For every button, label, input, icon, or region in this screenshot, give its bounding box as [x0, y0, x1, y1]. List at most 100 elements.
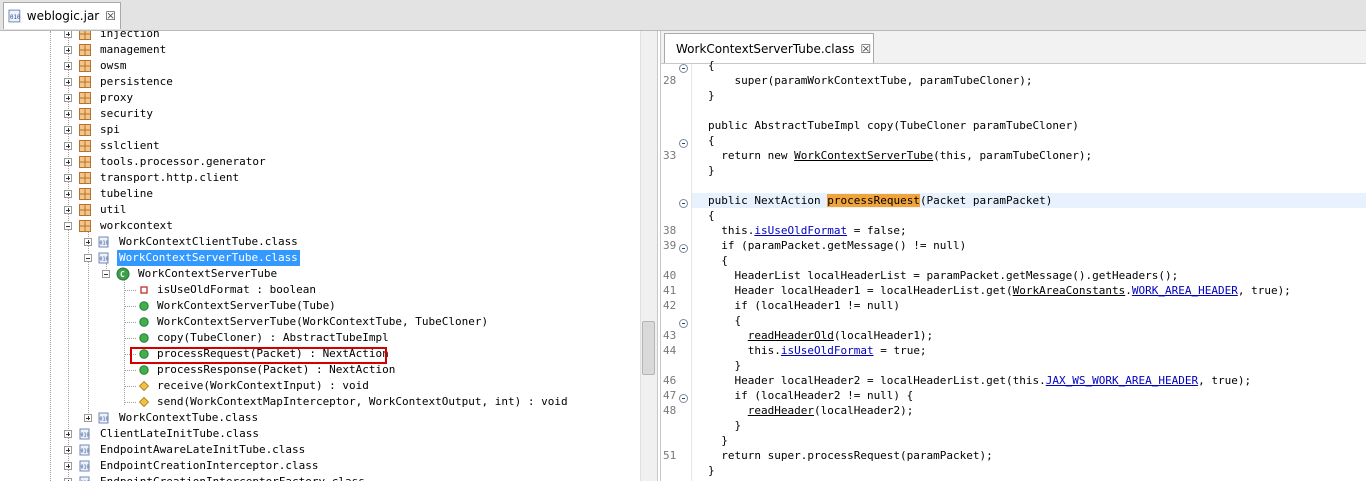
- package-icon: [79, 188, 91, 200]
- svg-text:010: 010: [81, 465, 90, 471]
- collapse-icon[interactable]: [102, 270, 110, 278]
- code-line: Header localHeader1 = localHeaderList.ge…: [708, 284, 1291, 297]
- tree-item-label: EndpointAwareLateInitTube.class: [100, 443, 306, 456]
- fold-marker-icon[interactable]: [679, 394, 688, 403]
- tree-scrollbar[interactable]: [640, 31, 657, 481]
- package-icon: [79, 60, 91, 72]
- expand-icon[interactable]: [64, 62, 72, 70]
- package-icon: [79, 31, 91, 40]
- line-number: 38: [663, 224, 677, 237]
- public-method-icon: [139, 365, 149, 375]
- tree-guide: [124, 290, 136, 291]
- tree-item-label: processResponse(Packet) : NextAction: [157, 363, 396, 376]
- tree-item-label: receive(WorkContextInput) : void: [157, 379, 369, 392]
- expand-icon[interactable]: [64, 126, 72, 134]
- line-number: 46: [663, 374, 677, 387]
- public-method-icon: [139, 301, 149, 311]
- expand-icon[interactable]: [64, 46, 72, 54]
- expand-icon[interactable]: [64, 190, 72, 198]
- fold-marker-icon[interactable]: [679, 319, 688, 328]
- package-icon: [79, 108, 91, 120]
- code-line: super(paramWorkContextTube, paramTubeClo…: [721, 74, 1033, 87]
- package-icon: [79, 76, 91, 88]
- fold-marker-icon[interactable]: [679, 199, 688, 208]
- tree-scrollbar-thumb[interactable]: [642, 321, 655, 375]
- line-number: 51: [663, 449, 677, 462]
- code-line: {: [708, 59, 715, 72]
- expand-icon[interactable]: [64, 430, 72, 438]
- class-file-icon: 010: [79, 476, 90, 481]
- svg-text:C: C: [120, 270, 125, 279]
- package-icon: [79, 124, 91, 136]
- search-highlight: processRequest: [827, 194, 920, 207]
- package-icon: [79, 204, 91, 216]
- expand-icon[interactable]: [64, 78, 72, 86]
- expand-icon[interactable]: [64, 174, 72, 182]
- expand-icon[interactable]: [64, 94, 72, 102]
- tree-item-label: workcontext: [100, 219, 173, 232]
- svg-text:010: 010: [81, 433, 90, 439]
- class-tree-pane[interactable]: injection management owsm persistence proxy s…: [0, 31, 658, 481]
- tree-item-label: ClientLateInitTube.class: [100, 427, 259, 440]
- public-method-icon: [139, 333, 149, 343]
- code-line: HeaderList localHeaderList = paramPacket…: [708, 269, 1179, 282]
- tree-guide: [124, 322, 136, 323]
- code-area[interactable]: { super(paramWorkContextTube, paramTubeC…: [692, 59, 1366, 481]
- tree-guide: [124, 370, 136, 371]
- code-line: this.isUseOldFormat = false;: [708, 224, 907, 237]
- expand-icon[interactable]: [64, 462, 72, 470]
- package-icon: [79, 44, 91, 56]
- tree-item-label: management: [100, 43, 167, 56]
- tree-item-label: WorkContextServerTube(Tube): [157, 299, 336, 312]
- collapse-icon[interactable]: [84, 254, 92, 262]
- tree-item-label: spi: [100, 123, 120, 136]
- tree-item-label: injection: [100, 31, 160, 40]
- editor-tab-bar: 010 WorkContextServerTube.class ☒: [661, 31, 1366, 64]
- line-number: 44: [663, 344, 677, 357]
- tree-item-label: WorkContextTube.class: [119, 411, 259, 424]
- code-line: this.isUseOldFormat = true;: [708, 344, 927, 357]
- protected-method-icon: [138, 380, 150, 392]
- code-line: {: [708, 134, 715, 147]
- expand-icon[interactable]: [64, 31, 72, 38]
- expand-icon[interactable]: [84, 414, 92, 422]
- tree-item-label: WorkContextClientTube.class: [119, 235, 298, 248]
- expand-icon[interactable]: [64, 206, 72, 214]
- tree-item-label: persistence: [100, 75, 173, 88]
- collapse-icon[interactable]: [64, 222, 72, 230]
- code-line: public NextAction processRequest(Packet …: [708, 194, 1053, 207]
- expand-icon[interactable]: [84, 238, 92, 246]
- close-tab-icon[interactable]: ☒: [860, 42, 871, 56]
- tree-item-label: sslclient: [100, 139, 160, 152]
- fold-marker-icon[interactable]: [679, 244, 688, 253]
- protected-method-icon: [138, 396, 150, 408]
- jar-file-icon: 010: [8, 9, 21, 23]
- tree-guide: [124, 338, 136, 339]
- code-line: {: [708, 254, 728, 267]
- private-field-icon: [140, 286, 148, 294]
- close-tab-icon[interactable]: ☒: [105, 9, 116, 23]
- tab-weblogic-jar[interactable]: 010 weblogic.jar ☒: [3, 2, 121, 29]
- highlight-box: [130, 347, 387, 364]
- tree-item-label: tools.processor.generator: [100, 155, 266, 168]
- fold-marker-icon[interactable]: [679, 139, 688, 148]
- line-number: 42: [663, 299, 677, 312]
- expand-icon[interactable]: [64, 446, 72, 454]
- code-line: }: [708, 434, 728, 447]
- expand-icon[interactable]: [64, 158, 72, 166]
- tree-item-label: proxy: [100, 91, 134, 104]
- code-line: return new WorkContextServerTube(this, p…: [708, 149, 1093, 162]
- editor-tab-title: WorkContextServerTube.class: [676, 41, 855, 56]
- code-line: }: [708, 359, 742, 372]
- expand-icon[interactable]: [64, 110, 72, 118]
- code-line: readHeaderOld(localHeader1);: [747, 329, 934, 342]
- code-editor[interactable]: 010 WorkContextServerTube.class ☒ 28 33 …: [660, 31, 1366, 481]
- line-number: 41: [663, 284, 677, 297]
- expand-icon[interactable]: [64, 142, 72, 150]
- tree-guide: [50, 31, 51, 481]
- fold-marker-icon[interactable]: [679, 64, 688, 73]
- tab-title: weblogic.jar: [26, 9, 100, 23]
- tab-workcontextservertube[interactable]: 010 WorkContextServerTube.class ☒: [664, 33, 874, 63]
- svg-text:010: 010: [100, 417, 109, 423]
- svg-text:010: 010: [100, 241, 109, 247]
